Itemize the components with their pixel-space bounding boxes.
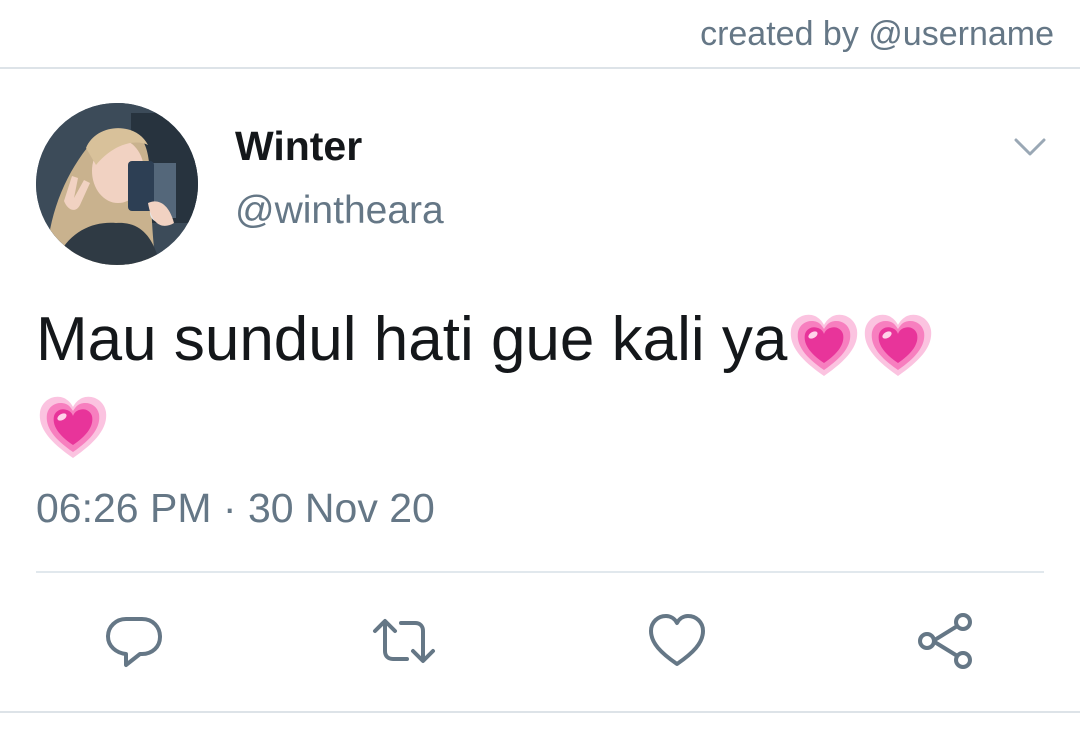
tweet-screenshot: created by @username Winter @wintheara M…: [0, 0, 1080, 732]
retweet-icon: [373, 619, 435, 663]
tweet-time: 06:26 PM: [36, 485, 212, 531]
share-icon: [918, 613, 972, 669]
heart-outline-icon: [649, 614, 705, 666]
user-handle[interactable]: @wintheara: [235, 187, 444, 235]
actions-divider: [36, 571, 1044, 573]
credit-text: created by @username: [700, 15, 1054, 53]
growing-heart-icon: [861, 308, 935, 382]
reply-button[interactable]: [101, 609, 167, 673]
like-button[interactable]: [644, 609, 710, 673]
tweet-date: 30 Nov 20: [247, 485, 435, 531]
reply-icon: [106, 617, 162, 667]
timestamp-separator: ·: [211, 485, 248, 531]
avatar[interactable]: [36, 103, 198, 265]
tweet-body: Mau sundul hati gue kali ya: [36, 305, 788, 374]
share-button[interactable]: [913, 609, 979, 673]
top-divider: [0, 67, 1080, 69]
growing-heart-icon: [36, 390, 110, 464]
growing-heart-icon: [787, 308, 861, 382]
tweet-text: Mau sundul hati gue kali ya: [36, 300, 1046, 464]
tweet-timestamp[interactable]: 06:26 PM · 30 Nov 20: [36, 484, 435, 532]
retweet-button[interactable]: [371, 609, 437, 673]
display-name[interactable]: Winter: [235, 122, 362, 170]
bottom-divider: [0, 711, 1080, 713]
chevron-down-icon[interactable]: [1010, 132, 1050, 162]
